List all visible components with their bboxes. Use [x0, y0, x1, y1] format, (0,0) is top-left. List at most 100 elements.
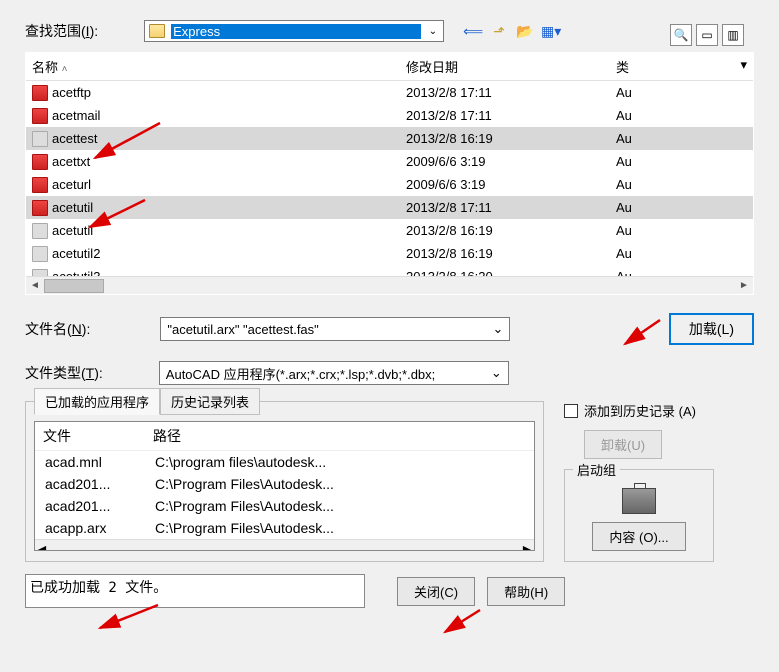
loaded-file: acad201... — [45, 498, 155, 514]
file-type: Au — [610, 246, 753, 261]
tab-history[interactable]: 历史记录列表 — [160, 388, 260, 415]
tab-loaded[interactable]: 已加载的应用程序 — [34, 388, 160, 415]
loaded-col-path[interactable]: 路径 — [153, 426, 181, 446]
file-icon — [32, 269, 48, 277]
file-icon — [32, 177, 48, 193]
file-type: Au — [610, 154, 753, 169]
filename-input[interactable]: "acetutil.arx" "acettest.fas" ⌄ — [160, 317, 510, 341]
file-row[interactable]: acetutil 2013/2/8 16:19Au — [26, 219, 753, 242]
file-name: acettxt — [52, 154, 90, 169]
filetype-label: 文件类型(T): — [25, 363, 103, 383]
chevron-down-icon[interactable]: ⌄ — [492, 321, 503, 337]
file-type: Au — [610, 177, 753, 192]
file-date: 2013/2/8 16:20 — [400, 269, 610, 276]
folder-icon — [149, 24, 165, 38]
add-history-label: 添加到历史记录 (A) — [584, 401, 696, 420]
chevron-down-icon[interactable]: ⌄ — [491, 365, 502, 381]
column-date[interactable]: 修改日期 — [400, 53, 610, 80]
load-button[interactable]: 加载(L) — [669, 313, 754, 345]
filename-value: "acetutil.arx" "acettest.fas" — [167, 322, 318, 337]
file-type: Au — [610, 85, 753, 100]
file-date: 2013/2/8 16:19 — [400, 246, 610, 261]
file-row[interactable]: acetftp 2013/2/8 17:11Au — [26, 81, 753, 104]
column-name[interactable]: 名称 ˄ — [26, 53, 400, 80]
file-row[interactable]: acetutil32013/2/8 16:20Au — [26, 265, 753, 276]
file-row[interactable]: acetutil2 2013/2/8 16:19Au — [26, 242, 753, 265]
loaded-path: C:\Program Files\Autodesk... — [155, 520, 334, 536]
loaded-row[interactable]: acapp.arxC:\Program Files\Autodesk... — [35, 517, 534, 539]
details-tool-icon[interactable]: ▥ — [722, 24, 744, 46]
loaded-path: C:\program files\autodesk... — [155, 454, 326, 470]
loaded-list[interactable]: 文件 路径 acad.mnlC:\program files\autodesk.… — [34, 421, 535, 551]
look-in-value: Express — [171, 24, 421, 39]
file-icon — [32, 131, 48, 147]
add-history-checkbox[interactable]: 添加到历史记录 (A) — [564, 401, 696, 420]
open-folder-icon[interactable]: 📂 — [516, 22, 534, 40]
file-icon — [32, 108, 48, 124]
loaded-col-file[interactable]: 文件 — [43, 426, 153, 446]
loaded-file: acapp.arx — [45, 520, 155, 536]
file-list-hscroll[interactable]: ◄ ► — [26, 276, 753, 294]
loaded-row[interactable]: acad.mnlC:\program files\autodesk... — [35, 451, 534, 473]
file-name: acettest — [52, 131, 98, 146]
loaded-file: acad.mnl — [45, 454, 155, 470]
file-row[interactable]: aceturl 2009/6/6 3:19Au — [26, 173, 753, 196]
file-name: aceturl — [52, 177, 91, 192]
close-button[interactable]: 关闭(C) — [397, 577, 475, 606]
contents-button[interactable]: 内容 (O)... — [592, 522, 685, 551]
loaded-path: C:\Program Files\Autodesk... — [155, 498, 334, 514]
loaded-row[interactable]: acad201...C:\Program Files\Autodesk... — [35, 473, 534, 495]
checkbox-icon[interactable] — [564, 404, 578, 418]
filetype-select[interactable]: AutoCAD 应用程序(*.arx;*.crx;*.lsp;*.dvb;*.d… — [159, 361, 509, 385]
file-date: 2009/6/6 3:19 — [400, 177, 610, 192]
file-name: acetutil2 — [52, 246, 100, 261]
file-name: acetmail — [52, 108, 100, 123]
file-date: 2013/2/8 17:11 — [400, 108, 610, 123]
chevron-down-icon[interactable]: ⌄ — [427, 26, 439, 37]
search-tool-icon[interactable]: 🔍 — [670, 24, 692, 46]
loaded-apps-group: 已加载的应用程序 历史记录列表 文件 路径 acad.mnlC:\program… — [25, 401, 544, 562]
unload-button[interactable]: 卸载(U) — [584, 430, 662, 459]
startup-label: 启动组 — [573, 460, 620, 479]
file-row[interactable]: acettxt 2009/6/6 3:19Au — [26, 150, 753, 173]
file-type: Au — [610, 200, 753, 215]
loaded-path: C:\Program Files\Autodesk... — [155, 476, 334, 492]
briefcase-icon[interactable] — [622, 488, 656, 514]
look-in-combobox[interactable]: Express ⌄ — [144, 20, 444, 42]
file-date: 2013/2/8 16:19 — [400, 223, 610, 238]
file-icon — [32, 85, 48, 101]
startup-group: 启动组 内容 (O)... — [564, 469, 714, 562]
file-row[interactable]: acetmail2013/2/8 17:11Au — [26, 104, 753, 127]
column-type[interactable]: 类▾ — [610, 53, 753, 80]
file-type: Au — [610, 131, 753, 146]
up-folder-icon[interactable]: ⬏ — [490, 22, 508, 40]
list-tool-icon[interactable]: ▭ — [696, 24, 718, 46]
file-date: 2009/6/6 3:19 — [400, 154, 610, 169]
file-name: acetutil — [52, 223, 93, 238]
file-date: 2013/2/8 17:11 — [400, 85, 610, 100]
back-icon[interactable]: ⟸ — [464, 22, 482, 40]
filetype-value: AutoCAD 应用程序(*.arx;*.crx;*.lsp;*.dvb;*.d… — [166, 364, 435, 383]
file-icon — [32, 223, 48, 239]
status-text: 已成功加载 2 文件。 — [25, 574, 365, 608]
file-row[interactable]: acettest 2013/2/8 16:19Au — [26, 127, 753, 150]
look-in-label: 查找范围(I): — [25, 21, 98, 41]
file-name: acetutil — [52, 200, 93, 215]
file-list: 名称 ˄ 修改日期 类▾ acetftp2013/2/8 17:11Auacet… — [25, 52, 754, 295]
file-name: acetftp — [52, 85, 91, 100]
help-button[interactable]: 帮助(H) — [487, 577, 565, 606]
file-row[interactable]: acetutil 2013/2/8 17:11Au — [26, 196, 753, 219]
loaded-file: acad201... — [45, 476, 155, 492]
file-icon — [32, 246, 48, 262]
file-icon — [32, 154, 48, 170]
views-icon[interactable]: ▦▾ — [542, 22, 560, 40]
filename-label: 文件名(N): — [25, 319, 90, 339]
loaded-row[interactable]: acad201...C:\Program Files\Autodesk... — [35, 495, 534, 517]
loaded-hscroll[interactable]: ◄► — [35, 539, 534, 551]
file-date: 2013/2/8 16:19 — [400, 131, 610, 146]
file-date: 2013/2/8 17:11 — [400, 200, 610, 215]
file-name: acetutil3 — [52, 269, 100, 276]
file-type: Au — [610, 223, 753, 238]
sort-arrow-icon: ˄ — [62, 64, 208, 75]
file-icon — [32, 200, 48, 216]
